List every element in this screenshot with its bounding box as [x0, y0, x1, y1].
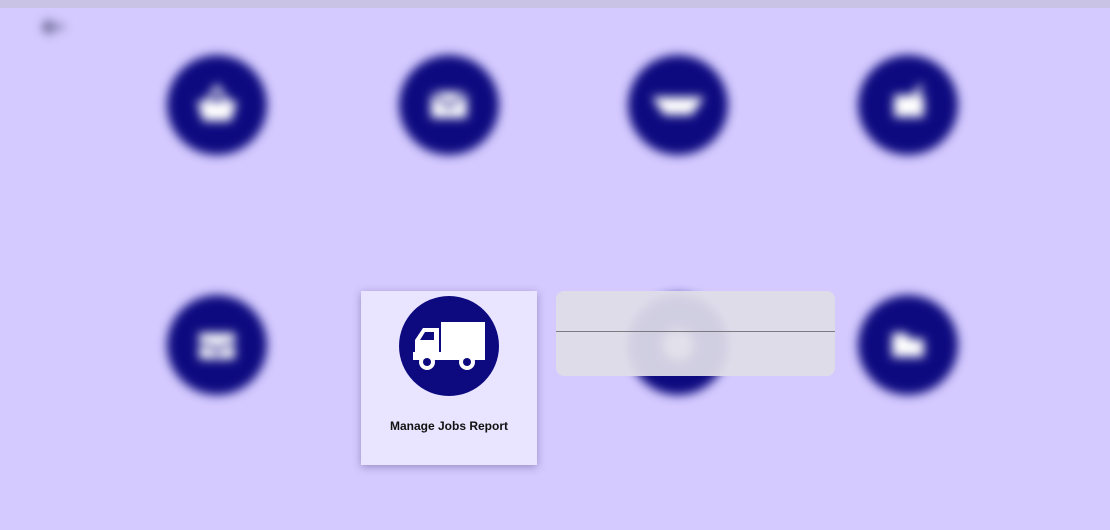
dropdown-item[interactable]: [556, 291, 835, 332]
inbox-icon: [199, 333, 235, 359]
report-tile[interactable]: [823, 295, 993, 475]
basket-icon: [197, 83, 237, 121]
tile-icon-circle: [399, 296, 499, 396]
report-tile[interactable]: [364, 55, 534, 235]
manage-jobs-report-tile[interactable]: Manage Jobs Report: [361, 291, 537, 465]
report-tile[interactable]: [593, 55, 763, 235]
report-tile[interactable]: [132, 295, 302, 475]
blurred-background: [0, 0, 1110, 530]
shopping-cart-icon: [894, 83, 924, 117]
envelope-icon: [430, 90, 468, 118]
tile-label: Manage Jobs Report: [389, 419, 509, 433]
report-tile[interactable]: [823, 55, 993, 235]
folder-icon: [892, 333, 924, 357]
truck-icon: [413, 322, 485, 370]
dropdown-item[interactable]: [556, 332, 835, 372]
dashboard-screen: Manage Jobs Report: [0, 0, 1110, 530]
report-tile[interactable]: [132, 55, 302, 235]
dropdown-menu: [556, 291, 835, 376]
back-arrow-icon[interactable]: [40, 17, 66, 37]
handshake-icon: [652, 97, 704, 115]
